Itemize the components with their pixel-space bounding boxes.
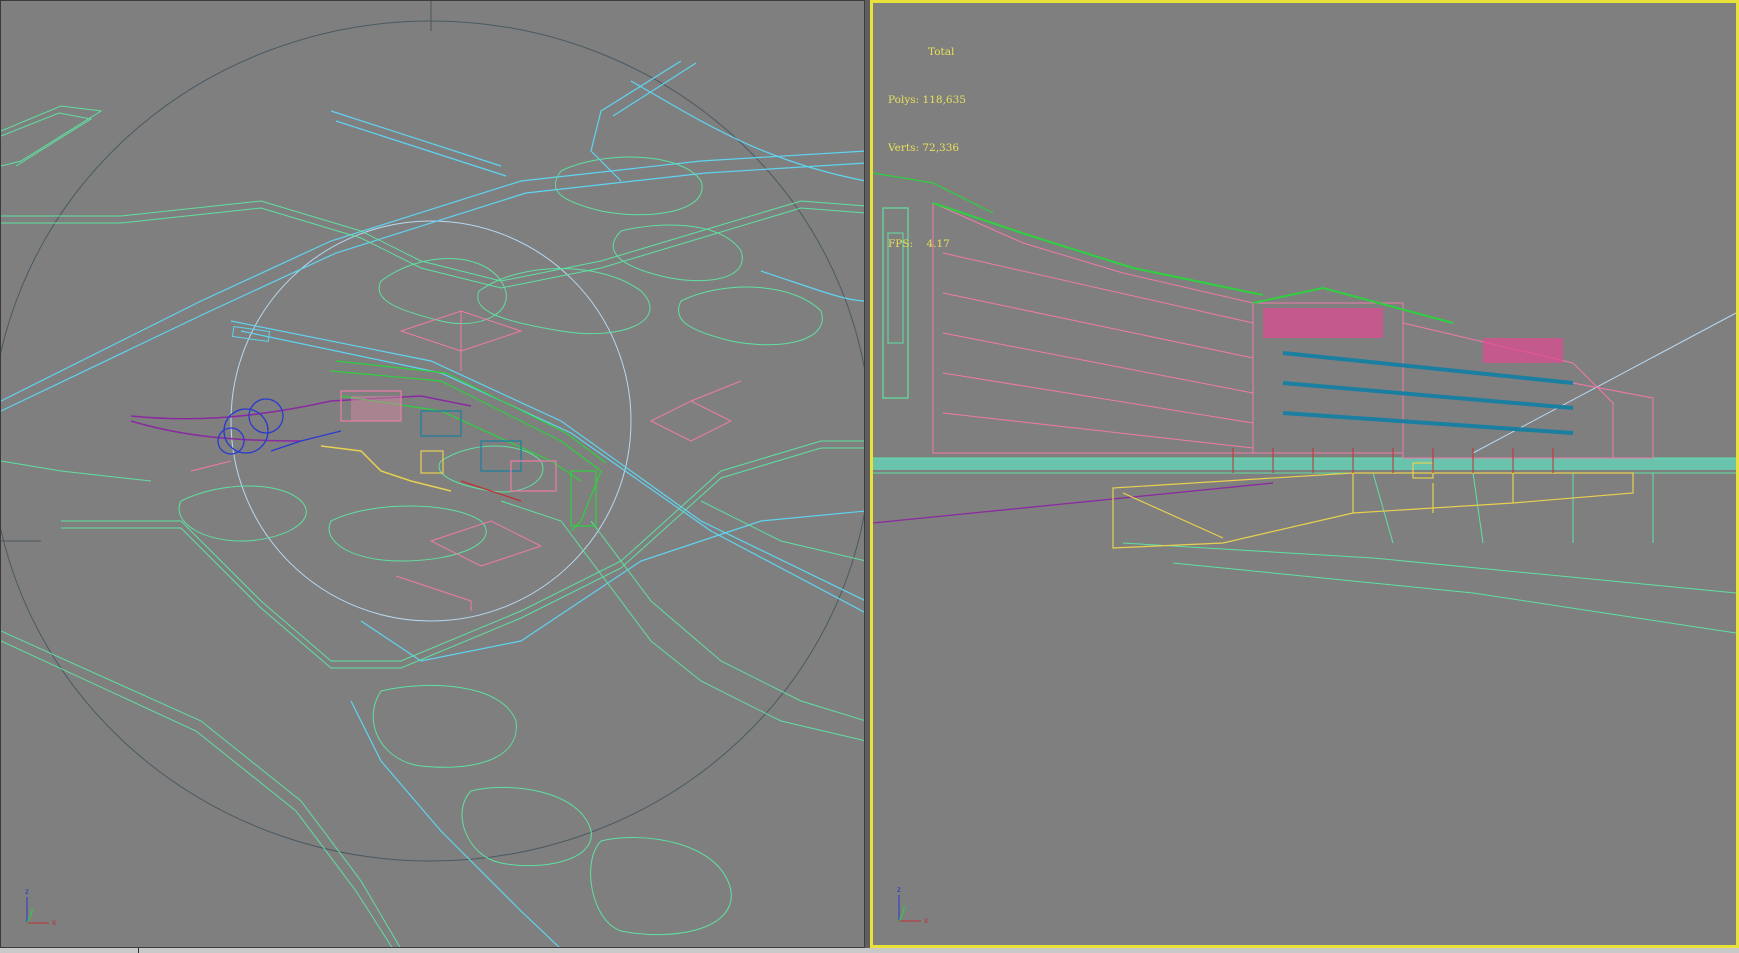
workspace: z x y Total Polys: 118,635 Verts: 72,336…: [0, 0, 1739, 953]
building-wireframe: [873, 172, 1736, 634]
fps-label: FPS:: [888, 238, 914, 250]
fps-row: FPS: 4.17: [888, 236, 966, 252]
svg-text:y: y: [902, 903, 906, 912]
polys-row: Polys: 118,635: [888, 92, 966, 108]
svg-text:z: z: [25, 887, 29, 896]
right-viewport[interactable]: Total Polys: 118,635 Verts: 72,336 FPS: …: [870, 0, 1739, 948]
stats-header: Total: [928, 46, 955, 58]
axis-gizmo-icon: z x y: [25, 887, 56, 927]
svg-text:x: x: [924, 916, 928, 925]
polys-value: 118,635: [922, 94, 966, 106]
fps-value: 4.17: [926, 238, 950, 250]
polys-label: Polys:: [888, 94, 920, 106]
svg-text:z: z: [897, 885, 901, 894]
site-wireframe: [1, 1, 864, 947]
status-strip: [0, 948, 1739, 953]
svg-text:x: x: [52, 918, 56, 927]
verts-value: 72,336: [922, 142, 960, 154]
viewport-statistics: Total Polys: 118,635 Verts: 72,336 FPS: …: [888, 12, 966, 284]
svg-text:y: y: [30, 905, 34, 914]
verts-label: Verts:: [888, 142, 919, 154]
left-viewport[interactable]: z x y: [0, 0, 865, 948]
verts-row: Verts: 72,336: [888, 140, 966, 156]
axis-gizmo-icon: z x y: [897, 885, 928, 925]
status-divider: [138, 948, 139, 953]
